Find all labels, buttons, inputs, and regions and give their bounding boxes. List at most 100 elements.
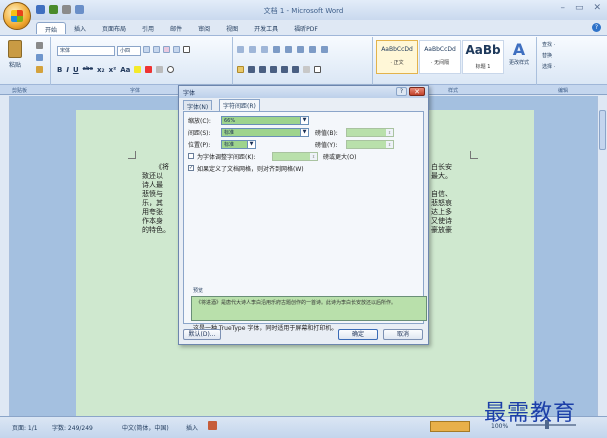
enclose-char-icon[interactable] <box>167 66 175 73</box>
scroll-thumb[interactable] <box>599 110 606 150</box>
group-label-editing: 编辑 <box>558 88 569 94</box>
minimize-button[interactable]: – <box>560 3 565 13</box>
language[interactable]: 中文(简体，中国) <box>122 423 169 432</box>
view-buttons[interactable] <box>430 421 470 432</box>
align-center-icon[interactable] <box>248 66 255 73</box>
bullets-icon[interactable] <box>237 46 244 53</box>
doc-right-line-2: 最大。 <box>431 172 452 180</box>
tab-char-spacing[interactable]: 字符间距(R) <box>219 99 260 111</box>
decrease-indent-icon[interactable] <box>273 46 280 53</box>
spinner-arrows-icon: ⇕ <box>386 141 393 148</box>
default-button[interactable]: 默认(D)... <box>183 329 221 340</box>
bold-button[interactable]: B <box>57 66 62 74</box>
align-left-icon[interactable] <box>237 66 244 73</box>
multilevel-list-icon[interactable] <box>261 46 268 53</box>
macro-record-icon[interactable] <box>208 421 217 430</box>
doc-right-line-6: 又使诗 <box>431 217 452 225</box>
spacing-by-spinner[interactable]: ⇕ <box>346 128 394 137</box>
kerning-spinner[interactable]: ⇕ <box>272 152 318 161</box>
position-by-spinner[interactable]: ⇕ <box>346 140 394 149</box>
ok-button[interactable]: 确定 <box>338 329 378 340</box>
watermark-logo: 最需教育 <box>484 401 577 426</box>
clear-format-icon[interactable] <box>163 46 170 53</box>
close-window-button[interactable]: ✕ <box>593 3 601 13</box>
change-case-button[interactable]: Aa <box>120 66 130 74</box>
spacing-label: 间距(S): <box>188 130 211 137</box>
char-border-icon[interactable] <box>183 46 190 53</box>
find-button[interactable]: 查找 · <box>542 40 555 51</box>
font-dialog: 字体 ? ✕ 字体(N) 字符间距(R) 缩放(C): 66% ▼ 间距(S):… <box>178 85 429 345</box>
tab-mailings[interactable]: 邮件 <box>162 22 190 34</box>
font-size-select[interactable]: 小四 <box>117 46 141 56</box>
tab-foxit-pdf[interactable]: 福昕PDF <box>286 22 326 34</box>
subscript-button[interactable]: x₂ <box>97 66 105 74</box>
style-normal[interactable]: AaBbCcDd · 正文 <box>376 40 418 74</box>
grow-font-icon[interactable] <box>143 46 150 53</box>
dialog-close-button[interactable]: ✕ <box>409 87 425 96</box>
position-select[interactable]: 标准 ▼ <box>221 140 256 149</box>
proofing-icon[interactable] <box>104 421 111 428</box>
insert-mode[interactable]: 插入 <box>186 423 198 432</box>
doc-line-6: 用夸张 <box>142 208 166 216</box>
underline-button[interactable]: U <box>73 66 79 74</box>
window-title: 文档 1 - Microsoft Word <box>263 7 344 15</box>
ribbon-tabs: 开始 插入 页面布局 引用 邮件 审阅 视图 开发工具 福昕PDF <box>36 22 326 34</box>
help-icon[interactable]: ? <box>592 23 601 32</box>
position-label: 位置(P): <box>188 142 211 149</box>
spacing-select[interactable]: 标准 ▼ <box>221 128 309 137</box>
increase-indent-icon[interactable] <box>285 46 292 53</box>
format-painter-icon[interactable] <box>36 66 43 73</box>
cut-icon[interactable] <box>36 42 43 49</box>
kerning-label: 为字体调整字间距(K): <box>197 154 256 161</box>
margin-corner-tr <box>470 151 478 159</box>
style-heading-1[interactable]: AaBb 标题 1 <box>462 40 504 74</box>
phonetic-icon[interactable] <box>173 46 180 53</box>
kerning-suffix: 磅或更大(O) <box>323 154 357 161</box>
tab-developer[interactable]: 开发工具 <box>246 22 286 34</box>
italic-button[interactable]: I <box>66 66 69 74</box>
shading-icon[interactable] <box>303 66 310 73</box>
vertical-scrollbar[interactable] <box>597 96 607 416</box>
dialog-help-button[interactable]: ? <box>396 87 407 96</box>
word-count[interactable]: 字数: 249/249 <box>52 423 93 432</box>
justify-icon[interactable] <box>270 66 277 73</box>
tab-review[interactable]: 审阅 <box>190 22 218 34</box>
change-styles-button[interactable]: A 更改样式 <box>507 40 531 66</box>
tab-view[interactable]: 视图 <box>218 22 246 34</box>
page-count[interactable]: 页面: 1/1 <box>12 423 38 432</box>
maximize-button[interactable]: ▭ <box>575 3 584 13</box>
sort-icon[interactable] <box>309 46 316 53</box>
distributed-icon[interactable] <box>281 66 288 73</box>
borders-icon[interactable] <box>314 66 321 73</box>
font-name-select[interactable]: 宋体 <box>57 46 115 56</box>
doc-right-line-5: 达上多 <box>431 208 452 216</box>
superscript-button[interactable]: x² <box>109 66 117 74</box>
snap-grid-checkbox[interactable]: ✓ <box>188 165 194 171</box>
numbering-icon[interactable] <box>249 46 256 53</box>
replace-button[interactable]: 替换 <box>542 51 555 62</box>
select-button[interactable]: 选择 · <box>542 62 555 73</box>
show-marks-icon[interactable] <box>321 46 328 53</box>
tab-insert[interactable]: 插入 <box>66 22 94 34</box>
kerning-checkbox[interactable] <box>188 153 194 159</box>
highlight-icon[interactable] <box>134 66 142 73</box>
paste-icon[interactable] <box>8 40 22 58</box>
office-button[interactable] <box>3 2 31 30</box>
tab-page-layout[interactable]: 页面布局 <box>94 22 134 34</box>
shrink-font-icon[interactable] <box>153 46 160 53</box>
paste-button-label[interactable]: 粘贴 <box>9 60 21 69</box>
chinese-layout-icon[interactable] <box>297 46 304 53</box>
scale-select[interactable]: 66% ▼ <box>221 116 309 125</box>
align-right-icon[interactable] <box>259 66 266 73</box>
copy-icon[interactable] <box>36 54 43 61</box>
strikethrough-button[interactable]: abe <box>83 66 93 74</box>
font-color-icon[interactable] <box>145 66 153 73</box>
tab-home[interactable]: 开始 <box>36 22 67 34</box>
char-shading-icon[interactable] <box>156 66 164 73</box>
line-spacing-icon[interactable] <box>292 66 299 73</box>
group-label-styles: 样式 <box>448 88 459 94</box>
style-no-spacing[interactable]: AaBbCcDd · 无间隔 <box>419 40 461 74</box>
tab-font[interactable]: 字体(N) <box>183 100 213 111</box>
cancel-button[interactable]: 取消 <box>383 329 423 340</box>
tab-references[interactable]: 引用 <box>134 22 162 34</box>
